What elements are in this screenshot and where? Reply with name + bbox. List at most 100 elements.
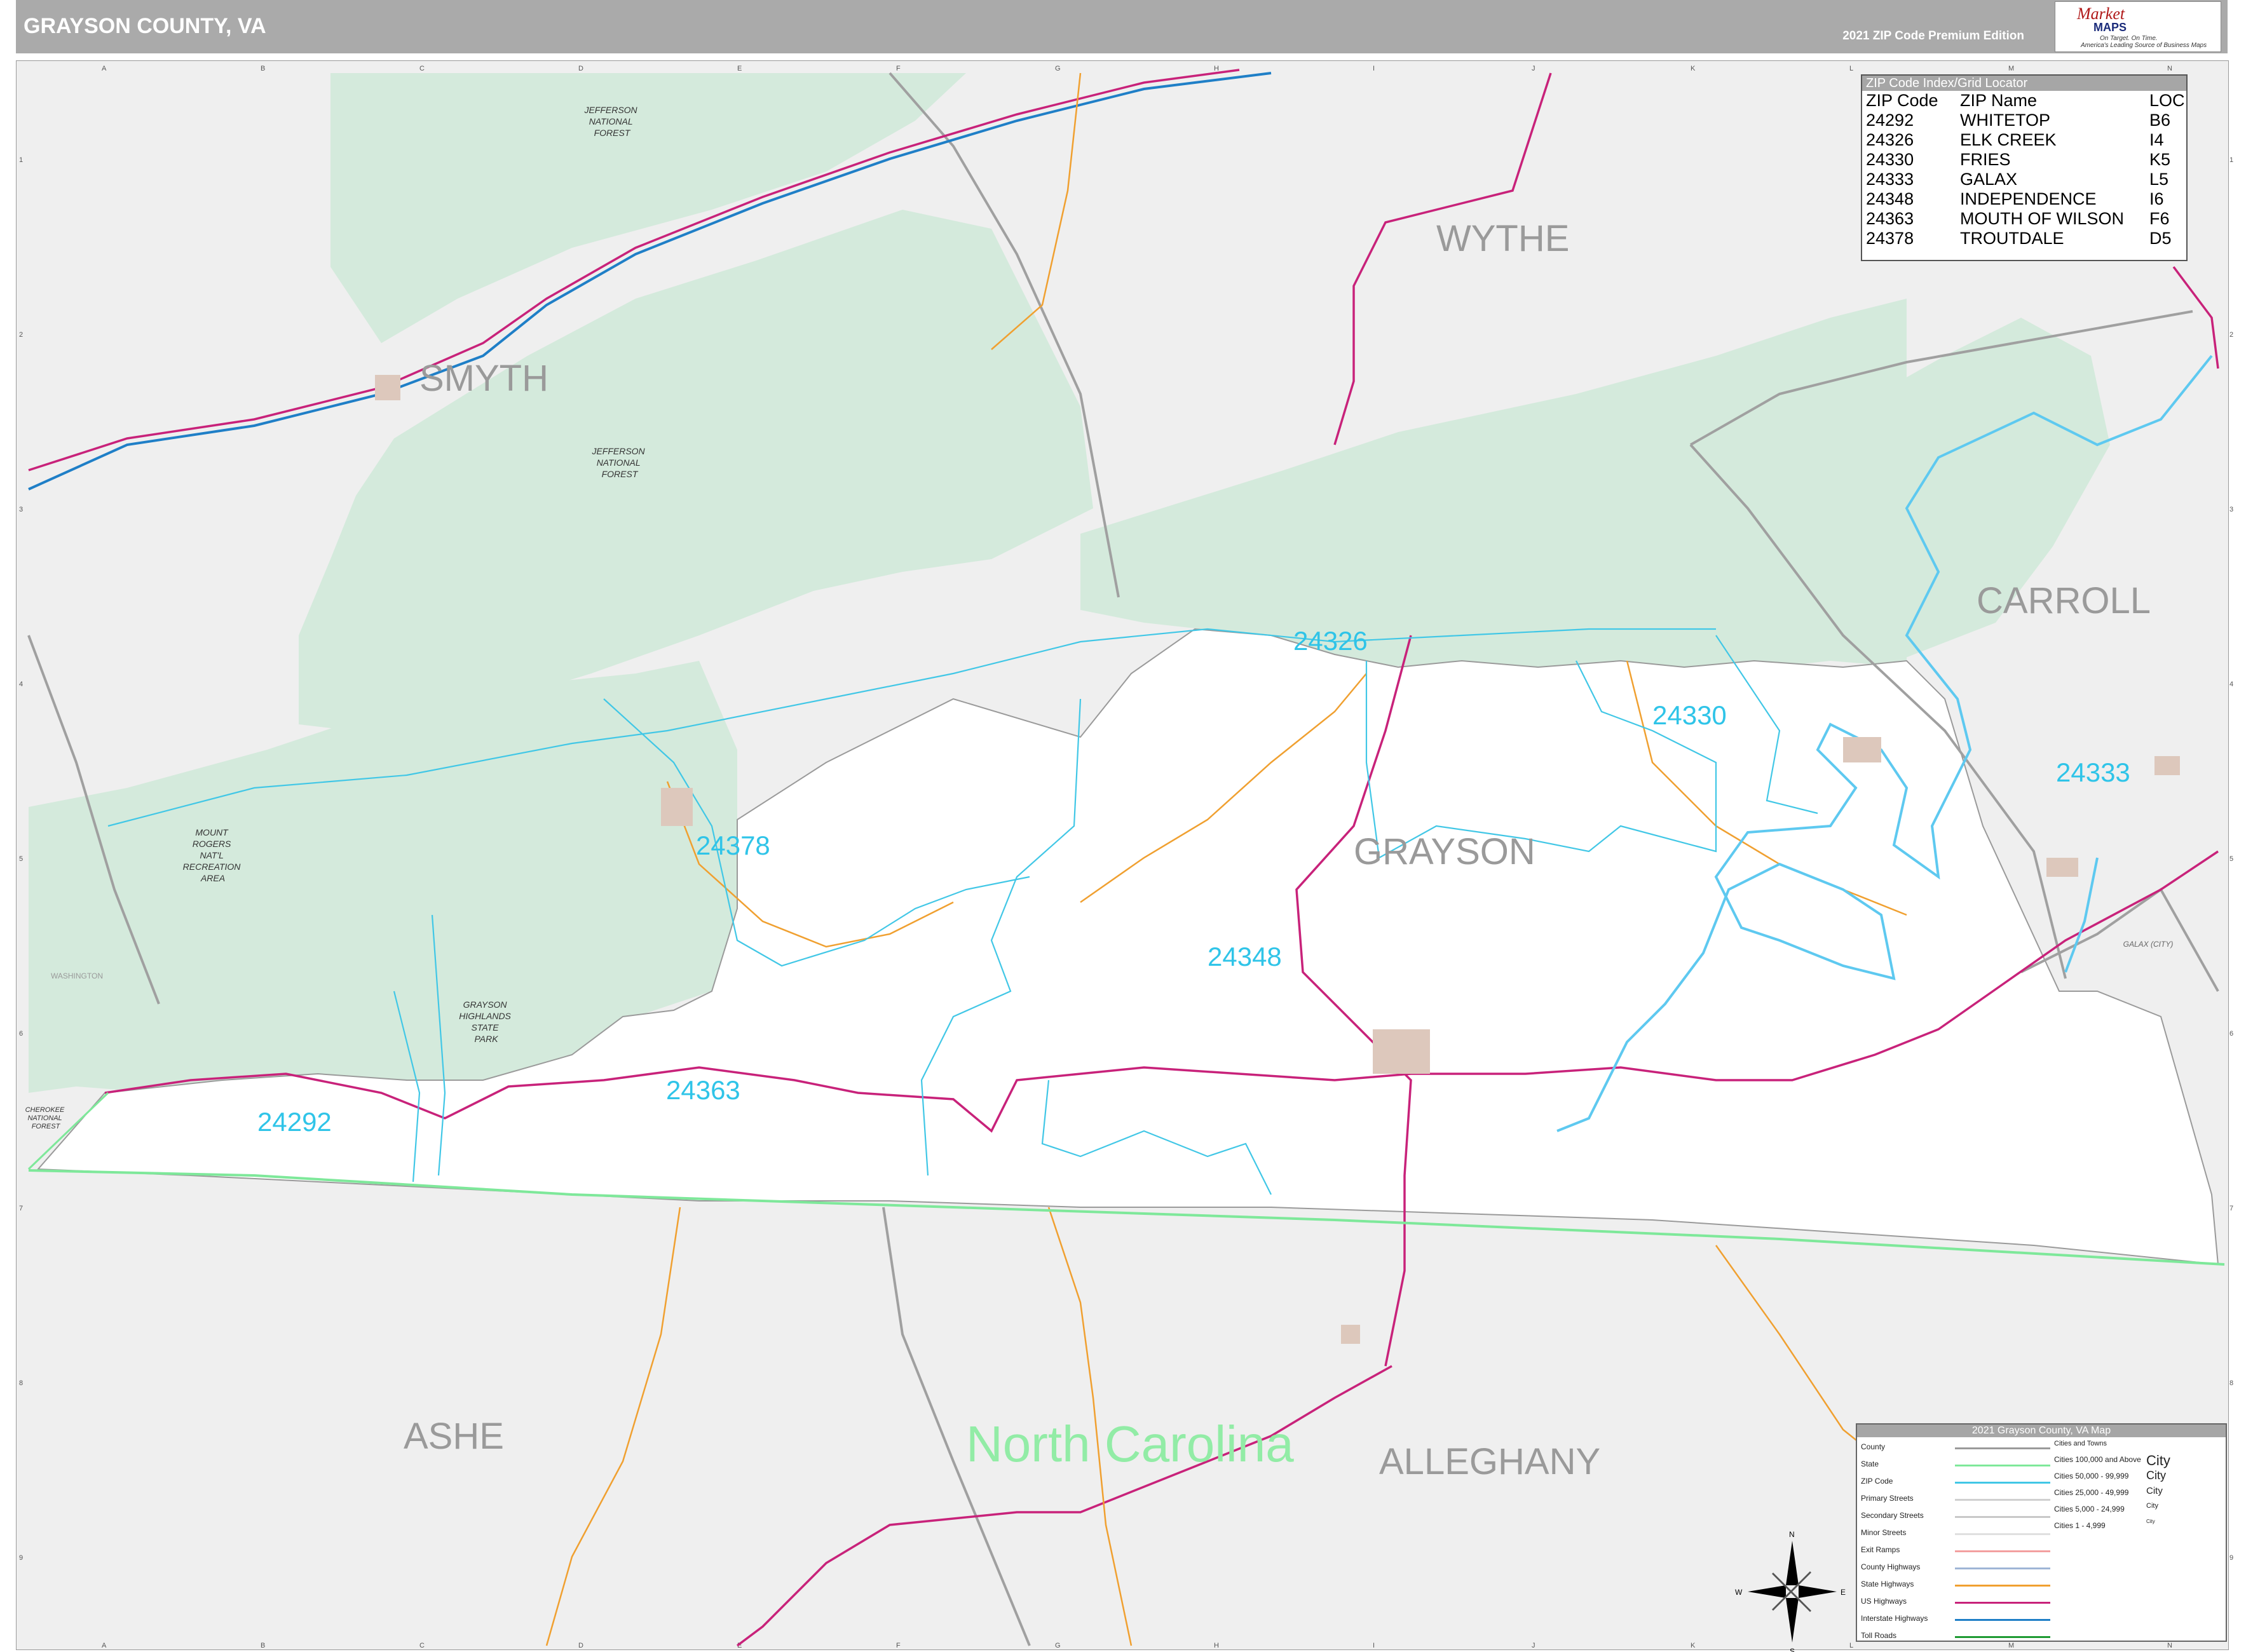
grid-col-label-a: A (102, 65, 107, 72)
zip-label-24326: 24326 (1293, 626, 1368, 656)
grid-col-label-f: F (896, 1642, 901, 1649)
compass-east-arrow (1799, 1585, 1837, 1598)
zip-loc-cell: L5 (2149, 170, 2169, 189)
legend-row: Secondary Streets (1861, 1511, 2052, 1528)
legend-row-label: Exit Ramps (1861, 1545, 1900, 1554)
grid-row-label-8: 8 (19, 1379, 23, 1387)
legend-row-label: State (1861, 1459, 1879, 1468)
compass-west-arrow (1748, 1585, 1786, 1598)
grid-col-label-a: A (102, 1642, 107, 1649)
zip-name-cell: ELK CREEK (1960, 130, 2057, 149)
grid-col-label-g: G (1055, 1642, 1061, 1649)
legend-row-label: US Highways (1861, 1597, 1907, 1606)
forest-area-central (1080, 299, 1907, 674)
zip-index-row[interactable]: 24378 TROUTDALE D5 (1866, 229, 2185, 248)
grid-col-label-i: I (1373, 65, 1375, 72)
grid-row-label-6: 6 (19, 1030, 23, 1038)
county-label-carroll: CARROLL (1977, 580, 2151, 621)
legend-row-swatch (1955, 1499, 2050, 1501)
grid-row-label-5: 5 (2229, 855, 2233, 863)
grid-col-label-h: H (1214, 65, 1219, 72)
zip-cell: 24292 (1866, 111, 1914, 130)
legend-row-label: County (1861, 1442, 1886, 1451)
zip-name-cell: MOUTH OF WILSON (1960, 209, 2124, 228)
zip-loc-cell: B6 (2149, 111, 2171, 130)
zip-label-24348: 24348 (1208, 942, 1282, 972)
grid-row-label-8: 8 (2229, 1379, 2233, 1387)
legend-row-swatch (1955, 1636, 2050, 1638)
legend-city-sample: City (2146, 1486, 2163, 1496)
grid-row-label-9: 9 (19, 1554, 23, 1562)
town-galax (2046, 858, 2078, 877)
legend-city-row: Cities 25,000 - 49,999 City (2054, 1484, 2219, 1501)
us-highway-nc (736, 1365, 1392, 1647)
zip-label-24333: 24333 (2056, 757, 2130, 787)
zip-index-row[interactable]: 24292 WHITETOP B6 (1866, 111, 2185, 130)
grid-row-label-1: 1 (19, 156, 23, 164)
legend-row-swatch (1955, 1482, 2050, 1484)
grid-row-label-5: 5 (19, 855, 23, 863)
zip-label-24378: 24378 (696, 830, 770, 860)
county-label-alleghany: ALLEGHANY (1379, 1441, 1600, 1482)
legend-row-swatch (1955, 1447, 2050, 1449)
zip-cell: 24330 (1866, 150, 1914, 169)
grid-col-label-j: J (1532, 1642, 1535, 1649)
grid-row-label-9: 9 (2229, 1554, 2233, 1562)
grid-row-label-4: 4 (2229, 680, 2233, 688)
legend-row: ZIP Code (1861, 1477, 2052, 1494)
grid-col-label-c: C (419, 65, 425, 72)
grid-col-label-n: N (2167, 1642, 2172, 1649)
grid-row-label-4: 4 (19, 680, 23, 688)
zip-loc-cell: F6 (2149, 209, 2170, 228)
legend-row: Interstate Highways (1861, 1614, 2052, 1631)
grid-col-label-d: D (578, 1642, 583, 1649)
grid-row-label-2: 2 (19, 331, 23, 339)
town-independence (1373, 1029, 1430, 1074)
galax-city-label: GALAX (CITY) (2123, 940, 2174, 949)
legend-row-label: Secondary Streets (1861, 1511, 1924, 1520)
legend-row: Primary Streets (1861, 1494, 2052, 1511)
zip-index-row[interactable]: 24348 INDEPENDENCE I6 (1866, 189, 2185, 209)
zip-name-cell: GALAX (1960, 170, 2018, 189)
zip-index-row[interactable]: 24326 ELK CREEK I4 (1866, 130, 2185, 150)
grid-col-label-h: H (1214, 1642, 1219, 1649)
zip-index-col-name: ZIP Name (1960, 91, 2038, 110)
zip-name-cell: INDEPENDENCE (1960, 189, 2097, 208)
grid-col-label-f: F (896, 65, 901, 72)
legend-row: County (1861, 1442, 2052, 1459)
legend-row-label: State Highways (1861, 1580, 1914, 1588)
grid-col-label-c: C (419, 1642, 425, 1649)
town-sparta (1341, 1325, 1360, 1344)
legend-city-sample: City (2146, 1502, 2158, 1510)
zip-name-cell: TROUTDALE (1960, 229, 2064, 248)
zip-index-panel: ZIP Code Index/Grid Locator ZIP Code ZIP… (1861, 74, 2188, 261)
zip-cell: 24378 (1866, 229, 1914, 248)
grid-row-label-6: 6 (2229, 1030, 2233, 1038)
zip-index-table: ZIP Code ZIP Name LOC 24292 WHITETOP B6 24… (1866, 91, 2185, 248)
grid-col-label-m: M (2008, 65, 2014, 72)
grid-row-label-3: 3 (19, 506, 23, 513)
grid-row-label-7: 7 (2229, 1205, 2233, 1212)
compass-south-arrow (1786, 1598, 1799, 1642)
grid-row-label-7: 7 (19, 1205, 23, 1212)
legend-title: 2021 Grayson County, VA Map (1857, 1425, 2226, 1437)
grid-col-label-i: I (1373, 1642, 1375, 1649)
zip-index-row[interactable]: 24330 FRIES K5 (1866, 150, 2185, 170)
zip-index-col-zip: ZIP Code (1866, 91, 1938, 110)
legend-cities-title: Cities and Towns (2054, 1440, 2107, 1447)
zip-index-row[interactable]: 24363 MOUTH OF WILSON F6 (1866, 209, 2185, 229)
legend-row-swatch (1955, 1585, 2050, 1587)
grid-col-label-b: B (261, 65, 265, 72)
zip-index-row[interactable]: 24333 GALAX L5 (1866, 170, 2185, 189)
town-marion (375, 375, 400, 400)
legend-city-label: Cities 25,000 - 49,999 (2054, 1488, 2129, 1497)
grid-row-label-1: 1 (2229, 156, 2233, 164)
zip-label-24292: 24292 (257, 1107, 332, 1137)
us-highway-east (2172, 266, 2219, 369)
legend-row-label: Interstate Highways (1861, 1614, 1928, 1623)
legend-city-label: Cities 50,000 - 99,999 (2054, 1472, 2129, 1480)
zip-name-cell: FRIES (1960, 150, 2011, 169)
legend-city-sample: City (2146, 1519, 2155, 1524)
legend-row: US Highways (1861, 1597, 2052, 1614)
compass-s-label: S (1790, 1647, 1795, 1652)
